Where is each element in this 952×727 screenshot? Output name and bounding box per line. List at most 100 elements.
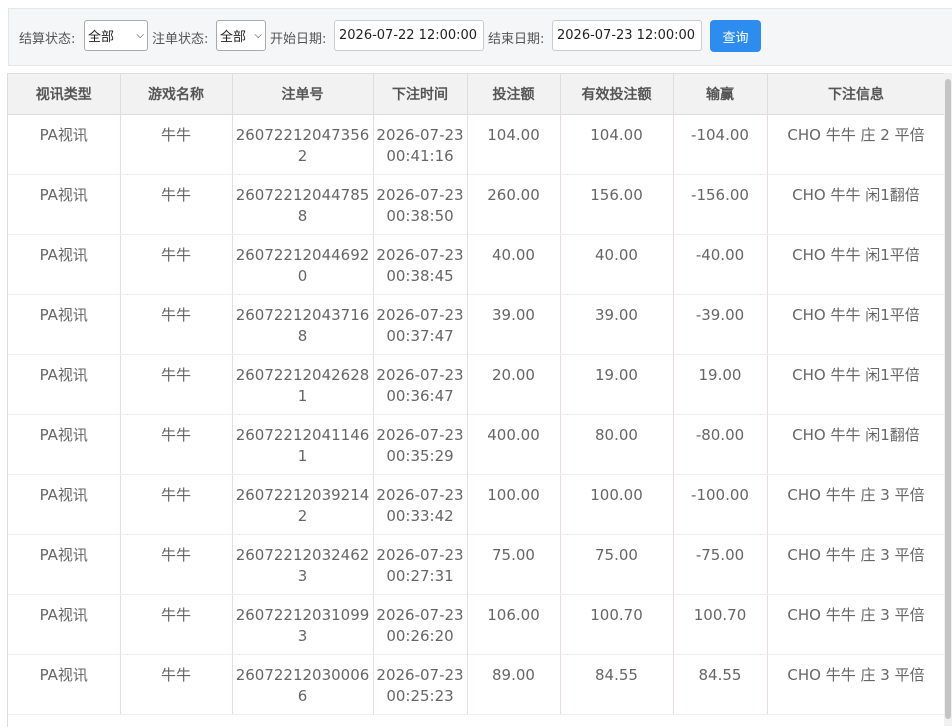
cell-win-loss: -40.00 xyxy=(673,234,768,295)
cell-video-type: PA视讯 xyxy=(8,174,121,235)
cell-video-type: PA视讯 xyxy=(8,114,121,175)
bet-status-select[interactable]: 全部 ⌵ xyxy=(216,20,266,51)
table-row: PA视讯 牛牛 260722120324623 2026-07-23 00:27:31… xyxy=(8,534,946,595)
cell-win-loss: 84.55 xyxy=(673,654,768,715)
cell-valid-bet: 100.00 xyxy=(560,474,674,535)
cell-bet-info: CHO 牛牛 闲1翻倍 xyxy=(767,174,946,235)
column-header-bet-amount[interactable]: 投注额 xyxy=(467,74,561,115)
table-row: PA视讯 牛牛 260722120447858 2026-07-23 00:38:50… xyxy=(8,174,946,235)
bet-status-value: 全部 xyxy=(220,30,247,45)
cell-bet-amount: 400.00 xyxy=(467,414,561,475)
cell-bet-amount: 89.00 xyxy=(467,654,561,715)
table-header-row: 视讯类型 游戏名称 注单号 下注时间 投注额 有效投注额 输赢 下注信息 xyxy=(8,74,946,115)
cell-bet-info: CHO 牛牛 庄 3 平倍 xyxy=(767,594,946,655)
cell-bet-info: CHO 牛牛 庄 3 平倍 xyxy=(767,654,946,715)
table-row: PA视讯 牛牛 260722120446920 2026-07-23 00:38:45… xyxy=(8,234,946,295)
cell-win-loss: -75.00 xyxy=(673,534,768,595)
cell-bet-time: 2026-07-23 00:35:29 xyxy=(373,414,468,475)
settle-status-label: 结算状态: xyxy=(19,32,76,47)
cell-bet-id: 260722120447858 xyxy=(232,174,374,235)
cell-valid-bet: 104.00 xyxy=(560,114,674,175)
chevron-down-icon: ⌵ xyxy=(254,30,262,41)
end-date-input[interactable]: 2026-07-23 12:00:00 xyxy=(552,20,702,51)
cell-video-type: PA视讯 xyxy=(8,654,121,715)
cell-bet-amount: 20.00 xyxy=(467,354,561,415)
column-header-bet-time[interactable]: 下注时间 xyxy=(373,74,468,115)
table-row: PA视讯 牛牛 260722120411461 2026-07-23 00:35:29… xyxy=(8,414,946,475)
cell-game-name: 牛牛 xyxy=(120,174,233,235)
cell-bet-amount: 104.00 xyxy=(467,114,561,175)
cell-bet-amount: 75.00 xyxy=(467,534,561,595)
cell-game-name: 牛牛 xyxy=(120,354,233,415)
start-date-label: 开始日期: xyxy=(270,32,327,47)
start-date-value: 2026-07-22 12:00:00 xyxy=(339,28,478,43)
cell-win-loss: 100.70 xyxy=(673,594,768,655)
column-header-valid-bet[interactable]: 有效投注额 xyxy=(560,74,674,115)
cell-bet-info: CHO 牛牛 庄 3 平倍 xyxy=(767,534,946,595)
bet-status-label: 注单状态: xyxy=(152,32,209,47)
cell-bet-id: 260722120473562 xyxy=(232,114,374,175)
cell-bet-time: 2026-07-23 00:36:47 xyxy=(373,354,468,415)
cell-valid-bet: 39.00 xyxy=(560,294,674,355)
cell-bet-id: 260722120446920 xyxy=(232,234,374,295)
cell-bet-info: CHO 牛牛 闲1平倍 xyxy=(767,294,946,355)
column-header-game-name[interactable]: 游戏名称 xyxy=(120,74,233,115)
query-button[interactable]: 查询 xyxy=(710,20,761,52)
cell-bet-info: CHO 牛牛 庄 2 平倍 xyxy=(767,114,946,175)
column-header-video-type[interactable]: 视讯类型 xyxy=(8,74,121,115)
cell-valid-bet: 156.00 xyxy=(560,174,674,235)
cell-game-name: 牛牛 xyxy=(120,234,233,295)
cell-bet-info: CHO 牛牛 闲1翻倍 xyxy=(767,414,946,475)
cell-valid-bet: 40.00 xyxy=(560,234,674,295)
cell-bet-time: 2026-07-23 00:38:45 xyxy=(373,234,468,295)
cell-valid-bet: 84.55 xyxy=(560,654,674,715)
cell-bet-id: 260722120411461 xyxy=(232,414,374,475)
bet-records-table: 视讯类型 游戏名称 注单号 下注时间 投注额 有效投注额 输赢 下注信息 PA视… xyxy=(8,74,946,715)
cell-bet-amount: 106.00 xyxy=(467,594,561,655)
cell-win-loss: 19.00 xyxy=(673,354,768,415)
cell-bet-time: 2026-07-23 00:27:31 xyxy=(373,534,468,595)
cell-valid-bet: 19.00 xyxy=(560,354,674,415)
cell-win-loss: -156.00 xyxy=(673,174,768,235)
settle-status-select[interactable]: 全部 ⌵ xyxy=(84,20,148,51)
cell-bet-id: 260722120392142 xyxy=(232,474,374,535)
start-date-input[interactable]: 2026-07-22 12:00:00 xyxy=(334,20,484,51)
vertical-scrollbar[interactable] xyxy=(944,73,952,726)
cell-bet-id: 260722120310993 xyxy=(232,594,374,655)
cell-game-name: 牛牛 xyxy=(120,294,233,355)
cell-bet-time: 2026-07-23 00:25:23 xyxy=(373,654,468,715)
cell-win-loss: -80.00 xyxy=(673,414,768,475)
cell-valid-bet: 100.70 xyxy=(560,594,674,655)
cell-game-name: 牛牛 xyxy=(120,534,233,595)
table-row: PA视讯 牛牛 260722120392142 2026-07-23 00:33:42… xyxy=(8,474,946,535)
cell-bet-id: 260722120426281 xyxy=(232,354,374,415)
cell-bet-info: CHO 牛牛 闲1平倍 xyxy=(767,234,946,295)
cell-video-type: PA视讯 xyxy=(8,594,121,655)
cell-win-loss: -100.00 xyxy=(673,474,768,535)
cell-bet-amount: 260.00 xyxy=(467,174,561,235)
cell-bet-time: 2026-07-23 00:26:20 xyxy=(373,594,468,655)
cell-video-type: PA视讯 xyxy=(8,414,121,475)
table-row: PA视讯 牛牛 260722120310993 2026-07-23 00:26:20… xyxy=(8,594,946,655)
cell-bet-time: 2026-07-23 00:38:50 xyxy=(373,174,468,235)
table-body: PA视讯 牛牛 260722120473562 2026-07-23 00:41:16… xyxy=(8,114,946,715)
cell-game-name: 牛牛 xyxy=(120,654,233,715)
cell-video-type: PA视讯 xyxy=(8,234,121,295)
column-header-bet-info[interactable]: 下注信息 xyxy=(767,74,946,115)
column-header-bet-id[interactable]: 注单号 xyxy=(232,74,374,115)
table-row: PA视讯 牛牛 260722120473562 2026-07-23 00:41:16… xyxy=(8,114,946,175)
cell-bet-id: 260722120437168 xyxy=(232,294,374,355)
column-header-win-loss[interactable]: 输赢 xyxy=(673,74,768,115)
end-date-value: 2026-07-23 12:00:00 xyxy=(557,28,696,43)
cell-valid-bet: 75.00 xyxy=(560,534,674,595)
cell-bet-info: CHO 牛牛 闲1平倍 xyxy=(767,354,946,415)
cell-game-name: 牛牛 xyxy=(120,414,233,475)
scrollbar-thumb[interactable] xyxy=(945,79,951,719)
cell-game-name: 牛牛 xyxy=(120,474,233,535)
bet-records-table-container: 视讯类型 游戏名称 注单号 下注时间 投注额 有效投注额 输赢 下注信息 PA视… xyxy=(7,73,952,727)
cell-bet-id: 260722120324623 xyxy=(232,534,374,595)
cell-bet-info: CHO 牛牛 庄 3 平倍 xyxy=(767,474,946,535)
cell-video-type: PA视讯 xyxy=(8,534,121,595)
cell-game-name: 牛牛 xyxy=(120,114,233,175)
table-row: PA视讯 牛牛 260722120426281 2026-07-23 00:36:47… xyxy=(8,354,946,415)
